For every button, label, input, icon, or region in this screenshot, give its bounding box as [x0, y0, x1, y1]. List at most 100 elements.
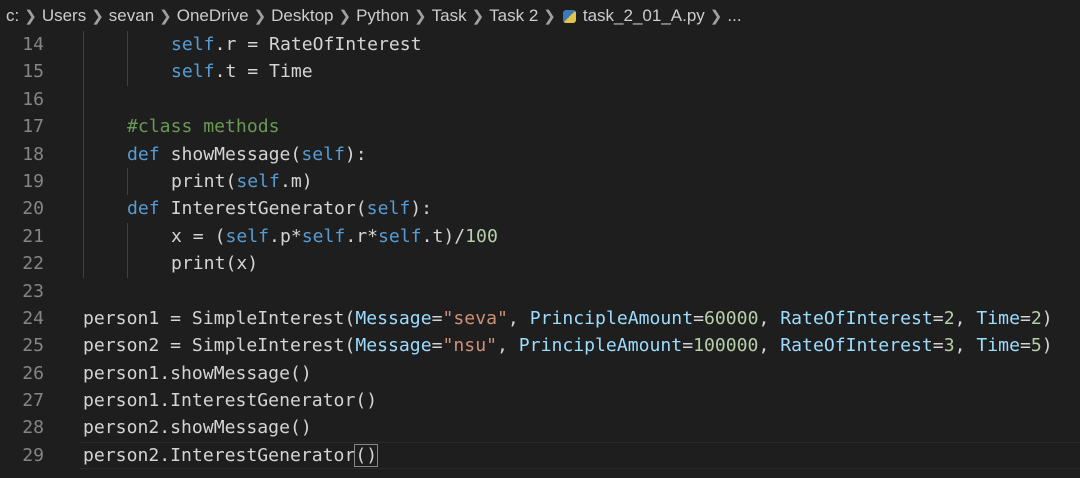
indent-guide — [83, 195, 84, 223]
token-plain: = — [431, 307, 443, 329]
bracket-match: () — [354, 443, 379, 467]
breadcrumb-item[interactable]: Task — [432, 6, 467, 26]
line-number: 26 — [22, 362, 44, 384]
token-plain: ) — [1041, 307, 1053, 329]
line-number: 21 — [22, 225, 44, 247]
code-line: 15 self.t = Time — [0, 58, 1080, 86]
code-line: 25 person2 = SimpleInterest(Message="nsu"… — [0, 332, 1080, 359]
indent-guide — [83, 250, 84, 278]
chevron-right-icon: ❯ — [253, 8, 267, 25]
chevron-right-icon: ❯ — [91, 8, 104, 25]
code-line: 21 x = (self.p*self.r*self.t)/100 — [0, 222, 1080, 251]
line-number: 17 — [22, 116, 44, 138]
code-line: 29 person2.InterestGenerator() — [0, 441, 1080, 470]
breadcrumb-item[interactable]: task_2_01_A.py — [583, 6, 705, 26]
token-plain: , — [758, 307, 781, 329]
token-plain: person1.InterestGenerator() — [83, 390, 378, 412]
token-plain: print( — [171, 170, 237, 192]
code-line: 27 person1.InterestGenerator() — [0, 387, 1080, 414]
token-param: Message — [355, 307, 432, 329]
token-num: 3 — [943, 335, 955, 357]
token-kw: self — [301, 143, 345, 165]
code-line: 16 — [0, 85, 1080, 114]
token-str: "seva" — [442, 307, 508, 329]
token-plain: ): — [410, 198, 433, 220]
token-param: PrincipleAmount — [529, 307, 694, 329]
token-str: "nsu" — [442, 335, 497, 357]
breadcrumb-item[interactable]: Python — [356, 6, 409, 26]
code-text: person1.showMessage() — [83, 360, 312, 387]
line-number: 18 — [22, 143, 44, 165]
code-line: 23 — [0, 278, 1080, 305]
breadcrumb-item[interactable]: Users — [42, 6, 86, 26]
indent-guide — [83, 140, 84, 168]
token-kw: self — [236, 170, 280, 192]
token-plain: person2.InterestGenerator — [83, 444, 356, 466]
python-icon — [562, 9, 576, 23]
token-cm: #class methods — [127, 116, 280, 138]
breadcrumb: c: ❯ Users ❯ sevan ❯ OneDrive ❯ Desktop ❯ Python ❯ T… — [0, 0, 1080, 32]
indent-guide — [83, 31, 84, 59]
chevron-right-icon: ❯ — [24, 8, 37, 25]
token-param: RateOfInterest — [780, 307, 933, 329]
indent-guide — [127, 167, 128, 196]
token-kw: self — [378, 225, 422, 247]
code-line: 26 person1.showMessage() — [0, 360, 1080, 387]
code-text: person2 = SimpleInterest(Message="nsu", … — [83, 332, 1053, 359]
token-num: 2 — [943, 307, 955, 329]
token-param: Time — [976, 335, 1020, 357]
token-kw: self — [171, 34, 215, 55]
line-number: 29 — [22, 444, 44, 466]
chevron-right-icon: ❯ — [543, 8, 556, 25]
code-text: person2.InterestGenerator() — [83, 442, 379, 469]
line-number: 20 — [22, 198, 44, 220]
token-plain: person2 = SimpleInterest( — [83, 335, 356, 357]
line-number: 22 — [22, 253, 44, 275]
token-plain: .t = Time — [214, 61, 313, 83]
token-param: PrincipleAmount — [518, 335, 683, 357]
token-kw: self — [366, 198, 411, 220]
token-plain: ): — [344, 143, 367, 165]
token-param: Time — [976, 307, 1020, 329]
code-editor[interactable]: 14 self.r = RateOfInterest 15 self.t = Time… — [0, 31, 1080, 470]
indent-guide — [83, 85, 84, 114]
token-plain: person1.showMessage() — [83, 362, 312, 384]
token-plain: showMessage( — [159, 143, 302, 165]
breadcrumb-item[interactable]: ... — [727, 6, 741, 26]
breadcrumb-item[interactable]: Desktop — [271, 6, 333, 26]
token-plain: = — [431, 335, 443, 357]
chevron-right-icon: ❯ — [159, 8, 172, 25]
token-plain: = — [932, 307, 944, 329]
breadcrumb-item[interactable]: OneDrive — [177, 6, 249, 26]
line-number: 24 — [22, 307, 44, 329]
token-num: 2 — [1030, 307, 1042, 329]
line-number: 23 — [22, 280, 44, 302]
code-line: 17 #class methods — [0, 113, 1080, 141]
code-text: person1 = SimpleInterest(Message="seva",… — [83, 305, 1053, 332]
token-plain: .t)/ — [421, 225, 466, 247]
token-kw: self — [301, 225, 346, 247]
code-line: 22 print(x) — [0, 250, 1080, 278]
breadcrumb-item[interactable]: Task 2 — [489, 6, 538, 26]
code-text: #class methods — [127, 113, 280, 140]
breadcrumb-item[interactable]: sevan — [109, 6, 154, 26]
token-plain: , — [954, 335, 977, 357]
token-plain: = — [932, 335, 944, 357]
chevron-right-icon: ❯ — [414, 8, 427, 25]
line-number: 19 — [22, 170, 44, 192]
indent-guide — [83, 167, 84, 196]
breadcrumb-item[interactable]: c: — [6, 6, 19, 26]
token-kw: self — [171, 61, 215, 83]
code-text: def InterestGenerator(self): — [127, 195, 432, 222]
indent-guide — [83, 222, 84, 251]
token-plain: , — [758, 335, 781, 357]
token-kw: def — [127, 198, 160, 220]
token-kw: self — [225, 225, 270, 247]
code-text: self.r = RateOfInterest — [171, 31, 422, 58]
code-line: 20 def InterestGenerator(self): — [0, 195, 1080, 223]
line-number: 27 — [22, 390, 44, 412]
token-plain: .r* — [345, 225, 378, 247]
line-number: 16 — [22, 88, 44, 110]
token-num: 60000 — [704, 307, 759, 329]
indent-guide — [127, 31, 128, 59]
